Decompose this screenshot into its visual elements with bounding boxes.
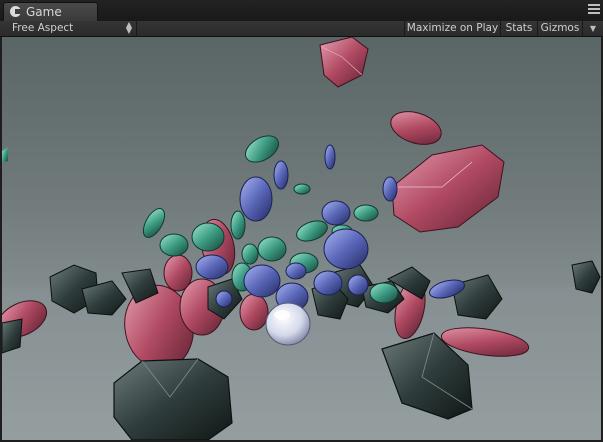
stats-button[interactable]: Stats <box>500 21 537 37</box>
scene-render <box>2 37 601 440</box>
gizmos-dropdown-arrow-icon[interactable]: ▼ <box>582 21 603 37</box>
gem-ruby <box>391 144 505 233</box>
gem-pearl <box>265 302 311 346</box>
gem-ruby <box>163 254 193 292</box>
gizmos-button[interactable]: Gizmos <box>537 21 582 37</box>
gem-ruby <box>319 37 369 88</box>
updown-arrows-icon: ▲ ▼ <box>125 20 132 35</box>
tab-game[interactable]: Game <box>3 2 98 21</box>
aspect-dropdown[interactable]: Free Aspect ▲ ▼ <box>0 21 137 37</box>
game-viewport[interactable] <box>2 37 601 440</box>
aspect-value: Free Aspect <box>12 22 74 34</box>
game-toolbar: Free Aspect ▲ ▼ Maximize on Play Stats Gi… <box>0 21 603 37</box>
gem-ruby <box>239 293 269 331</box>
game-window: Game Free Aspect ▲ ▼ Maximize on Play Sta… <box>0 0 603 442</box>
pacman-icon <box>10 6 21 17</box>
tab-label: Game <box>26 5 62 19</box>
gem-ruby <box>390 111 442 145</box>
tab-strip: Game <box>0 0 603 21</box>
maximize-on-play-button[interactable]: Maximize on Play <box>404 21 500 37</box>
tab-menu-icon[interactable] <box>588 4 600 16</box>
gem-onyx <box>113 358 233 440</box>
